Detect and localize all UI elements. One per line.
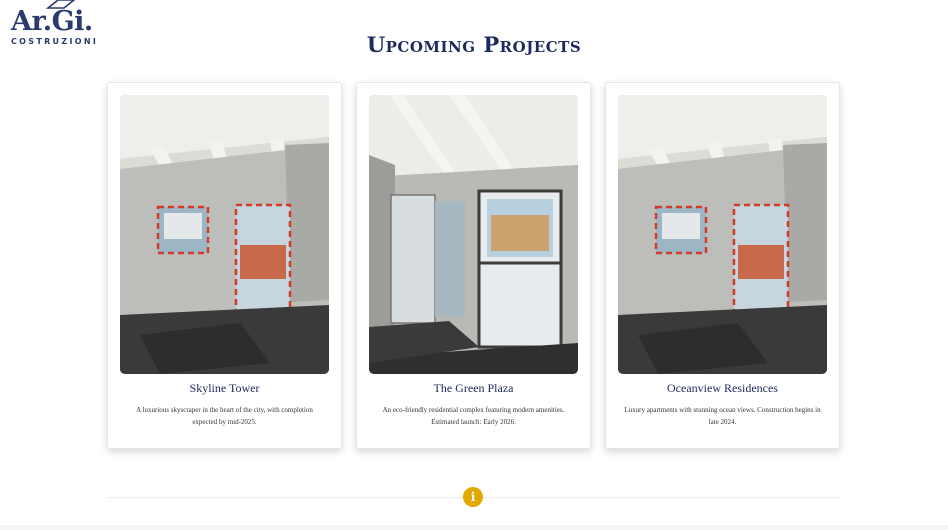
info-icon[interactable]: i bbox=[463, 487, 483, 507]
project-photo bbox=[369, 95, 578, 374]
project-title[interactable]: The Green Plaza bbox=[357, 381, 590, 396]
project-title[interactable]: Oceanview Residences bbox=[606, 381, 839, 396]
footer-band bbox=[0, 525, 948, 530]
project-card-the-green-plaza[interactable]: The Green Plaza An eco-friendly resident… bbox=[356, 82, 591, 449]
project-card-skyline-tower[interactable]: Skyline Tower A luxurious skyscraper in … bbox=[107, 82, 342, 449]
project-title[interactable]: Skyline Tower bbox=[108, 381, 341, 396]
project-photo bbox=[120, 95, 329, 374]
projects-grid: Skyline Tower A luxurious skyscraper in … bbox=[107, 82, 841, 449]
project-card-oceanview-residences[interactable]: Oceanview Residences Luxury apartments w… bbox=[605, 82, 840, 449]
project-photo bbox=[618, 95, 827, 374]
project-description: Luxury apartments with stunning ocean vi… bbox=[624, 406, 821, 426]
project-description: A luxurious skyscraper in the heart of t… bbox=[136, 406, 313, 426]
project-description: An eco-friendly residential complex feat… bbox=[382, 406, 565, 426]
section-title: Upcoming Projects bbox=[366, 32, 582, 57]
